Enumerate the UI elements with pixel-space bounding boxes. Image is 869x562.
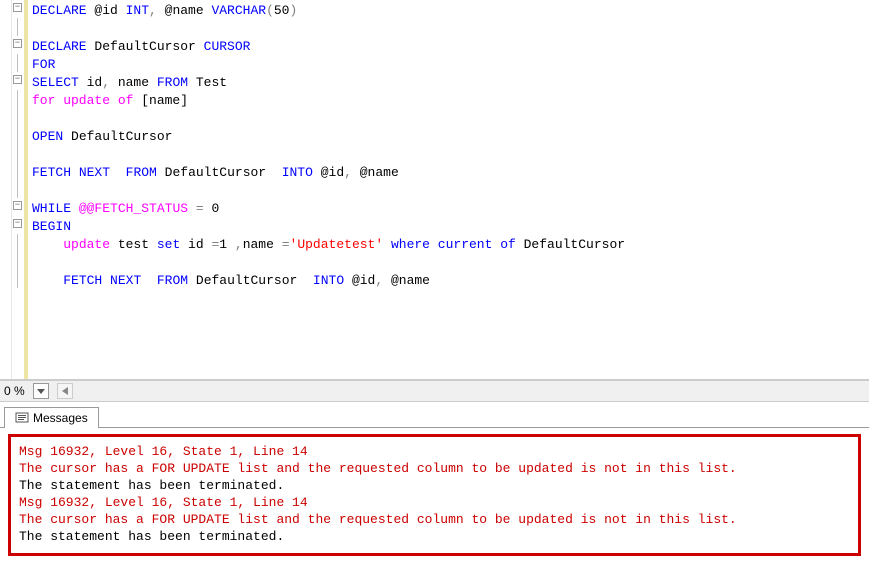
fold-guide (17, 270, 18, 288)
code-line (32, 182, 865, 200)
fold-toggle[interactable]: − (13, 201, 22, 210)
code-line: DECLARE DefaultCursor CURSOR (32, 38, 865, 56)
error-termination: The statement has been terminated. (19, 528, 850, 545)
code-editor[interactable]: DECLARE @id INT, @name VARCHAR(50) DECLAR… (28, 0, 869, 379)
fold-guide (17, 234, 18, 252)
code-line: OPEN DefaultCursor (32, 128, 865, 146)
fold-guide (17, 108, 18, 126)
results-tabs-bar: Messages (0, 402, 869, 428)
code-line: WHILE @@FETCH_STATUS = 0 (32, 200, 865, 218)
fold-guide (17, 180, 18, 198)
fold-guide (17, 144, 18, 162)
tab-messages[interactable]: Messages (4, 407, 99, 428)
messages-icon (15, 411, 29, 425)
fold-guide (17, 90, 18, 108)
code-line: DECLARE @id INT, @name VARCHAR(50) (32, 2, 865, 20)
code-line (32, 110, 865, 128)
scroll-left-button[interactable] (57, 383, 73, 399)
code-line (32, 20, 865, 38)
fold-toggle[interactable]: − (13, 39, 22, 48)
code-editor-pane: − − − − − DECLARE @id INT, @name VARCHAR(50)… (0, 0, 869, 380)
zoom-level: 0 % (0, 384, 29, 398)
chevron-left-icon (62, 387, 68, 395)
error-detail: The cursor has a FOR UPDATE list and the… (19, 511, 850, 528)
fold-guide (17, 18, 18, 36)
error-detail: The cursor has a FOR UPDATE list and the… (19, 460, 850, 477)
tab-messages-label: Messages (33, 411, 88, 425)
fold-guide (17, 162, 18, 180)
code-line (32, 146, 865, 164)
fold-toggle[interactable]: − (13, 75, 22, 84)
code-line: FETCH NEXT FROM DefaultCursor INTO @id, … (32, 272, 865, 290)
code-line: for update of [name] (32, 92, 865, 110)
code-line: FOR (32, 56, 865, 74)
fold-guide (17, 126, 18, 144)
error-header: Msg 16932, Level 16, State 1, Line 14 (19, 443, 850, 460)
fold-toggle[interactable]: − (13, 3, 22, 12)
code-line: update test set id =1 ,name ='Updatetest… (32, 236, 865, 254)
fold-guide (17, 252, 18, 270)
zoom-dropdown-button[interactable] (33, 383, 49, 399)
fold-guide (17, 54, 18, 72)
messages-pane: Msg 16932, Level 16, State 1, Line 14 Th… (0, 428, 869, 562)
chevron-down-icon (37, 389, 45, 394)
outline-column: − − − − − (12, 0, 24, 379)
code-line: SELECT id, name FROM Test (32, 74, 865, 92)
error-termination: The statement has been terminated. (19, 477, 850, 494)
fold-toggle[interactable]: − (13, 219, 22, 228)
error-header: Msg 16932, Level 16, State 1, Line 14 (19, 494, 850, 511)
editor-footer-bar: 0 % (0, 380, 869, 402)
code-line (32, 254, 865, 272)
margin-column (0, 0, 12, 379)
code-line: FETCH NEXT FROM DefaultCursor INTO @id, … (32, 164, 865, 182)
code-line: BEGIN (32, 218, 865, 236)
error-output[interactable]: Msg 16932, Level 16, State 1, Line 14 Th… (8, 434, 861, 556)
